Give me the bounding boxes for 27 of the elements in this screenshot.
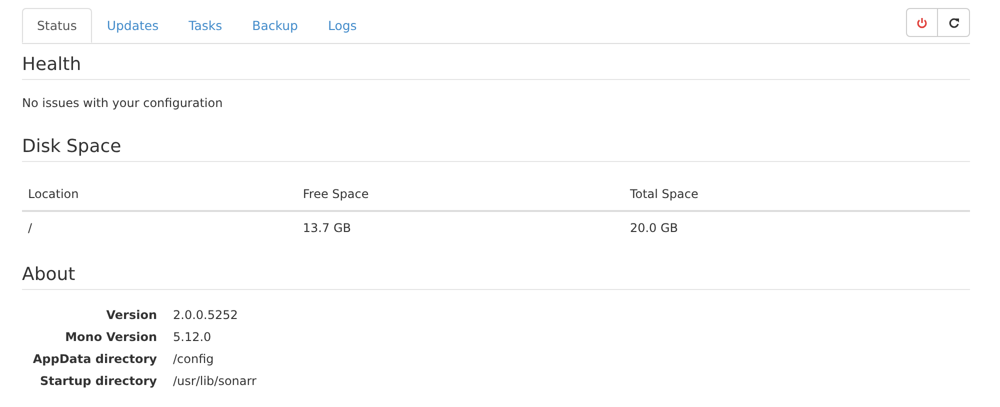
table-cell: / [22, 211, 297, 244]
refresh-button[interactable] [938, 8, 970, 37]
power-button[interactable] [906, 8, 938, 37]
tab[interactable]: Logs [312, 8, 372, 43]
info-label: AppData directory [32, 352, 157, 366]
tab[interactable]: Status [22, 8, 92, 43]
section-heading: Disk Space [22, 136, 970, 162]
info-value: /config [173, 352, 215, 366]
health-message: No issues with your configuration [22, 96, 224, 110]
column-header: Free Space [296, 178, 624, 211]
section-heading: About [22, 264, 970, 290]
column-header: Location [22, 178, 297, 211]
info-value: /usr/lib/sonarr [173, 374, 256, 388]
refresh-icon [948, 16, 960, 28]
info-label: Mono Version [64, 330, 157, 344]
table-cell: 13.7 GB [296, 211, 624, 244]
tab[interactable]: Updates [92, 8, 174, 43]
power-icon [916, 16, 928, 28]
tab[interactable]: Backup [237, 8, 313, 43]
column-header: Total Space [624, 178, 970, 211]
tab[interactable]: Tasks [174, 8, 238, 43]
info-value: 2.0.0.5252 [173, 308, 239, 322]
section-heading: Health [22, 54, 970, 80]
info-label: Startup directory [38, 374, 157, 388]
info-label: Version [105, 308, 157, 322]
table-cell: 20.0 GB [624, 211, 970, 244]
info-value: 5.12.0 [173, 330, 212, 344]
